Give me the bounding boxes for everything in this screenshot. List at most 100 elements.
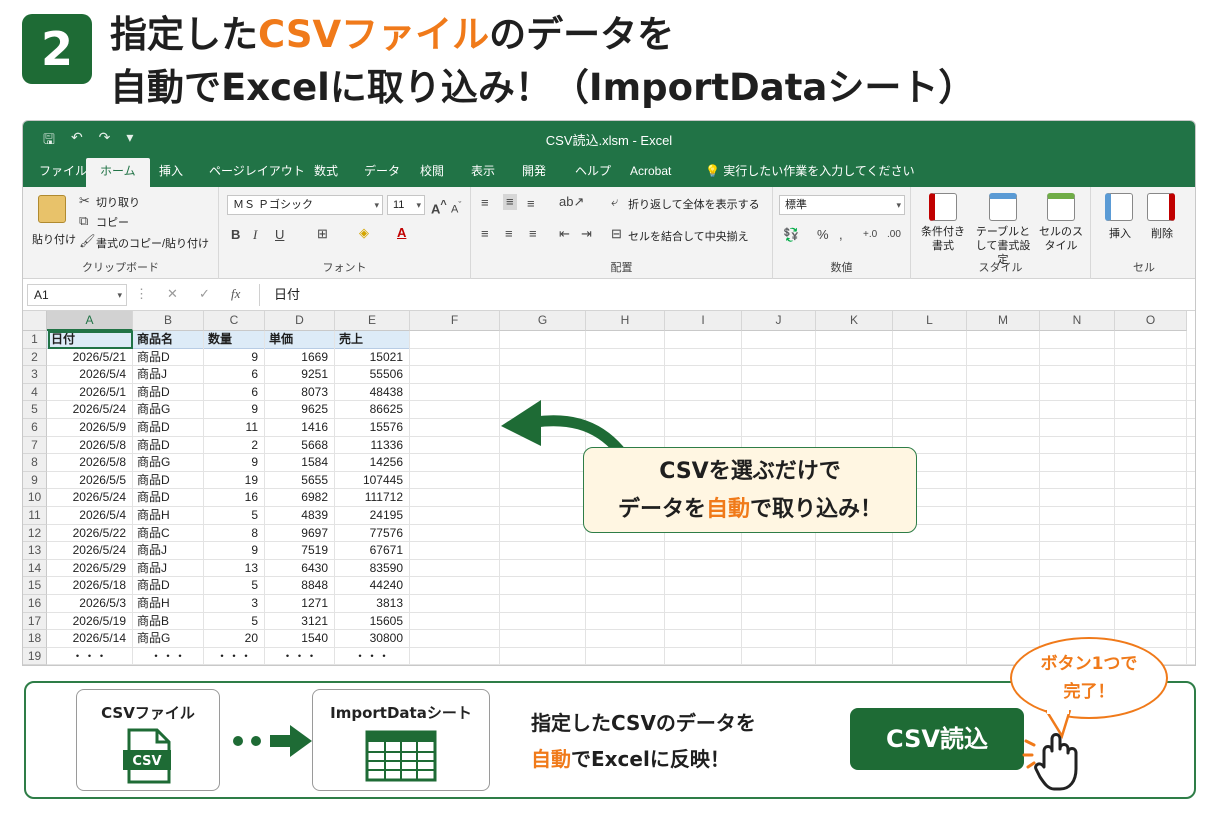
row-header-8[interactable]: 8 xyxy=(23,454,47,472)
table-cell[interactable]: 2026/5/3 xyxy=(47,595,132,613)
table-cell[interactable]: 2 xyxy=(204,437,264,455)
tab-data[interactable]: データ xyxy=(362,161,402,181)
column-header-g[interactable]: G xyxy=(500,311,586,331)
name-box-dropdown-icon[interactable]: ▾ xyxy=(117,285,122,305)
tab-help[interactable]: ヘルプ xyxy=(573,161,613,181)
tab-view[interactable]: 表示 xyxy=(469,161,497,181)
column-header-l[interactable]: L xyxy=(893,311,967,331)
enter-icon[interactable]: ✓ xyxy=(199,286,210,302)
table-cell[interactable]: 8 xyxy=(204,525,264,543)
table-header-cell[interactable]: 売上 xyxy=(335,331,409,349)
table-cell[interactable]: 商品D xyxy=(133,437,203,455)
name-box[interactable]: A1 ▾ xyxy=(27,284,127,306)
table-cell[interactable]: 6430 xyxy=(265,560,334,578)
table-cell[interactable]: 2026/5/4 xyxy=(47,507,132,525)
table-cell[interactable]: 商品D xyxy=(133,384,203,402)
table-cell[interactable]: 2026/5/29 xyxy=(47,560,132,578)
insert-cells-icon[interactable] xyxy=(1105,193,1133,221)
table-cell[interactable]: 7519 xyxy=(265,542,334,560)
table-cell[interactable]: 1416 xyxy=(265,419,334,437)
table-cell[interactable]: ・・・ xyxy=(335,648,409,665)
percent-icon[interactable]: % xyxy=(817,227,829,243)
insert-function-icon[interactable]: fx xyxy=(231,286,240,302)
align-right-icon[interactable]: ≡ xyxy=(529,226,537,242)
column-header-k[interactable]: K xyxy=(816,311,893,331)
table-cell[interactable]: 1584 xyxy=(265,454,334,472)
row-header-4[interactable]: 4 xyxy=(23,383,47,402)
table-cell[interactable]: 商品D xyxy=(133,489,203,507)
align-top-icon[interactable]: ≡ xyxy=(481,195,489,211)
format-as-table-icon[interactable] xyxy=(989,193,1017,221)
table-cell[interactable]: 6 xyxy=(204,366,264,384)
row-header-2[interactable]: 2 xyxy=(23,348,47,367)
table-cell[interactable]: 6 xyxy=(204,384,264,402)
table-cell[interactable]: 5668 xyxy=(265,437,334,455)
table-cell[interactable]: 1669 xyxy=(265,349,334,367)
row-header-9[interactable]: 9 xyxy=(23,471,47,490)
table-cell[interactable]: 3813 xyxy=(335,595,409,613)
decrease-decimal-icon[interactable]: .00 xyxy=(887,227,901,243)
paste-button[interactable]: 貼り付け xyxy=(32,231,76,247)
cut-button[interactable]: 切り取り xyxy=(96,194,140,210)
row-header-1[interactable]: 1 xyxy=(23,331,47,349)
table-cell[interactable]: 9 xyxy=(204,542,264,560)
table-cell[interactable]: 9697 xyxy=(265,525,334,543)
table-cell[interactable]: 15576 xyxy=(335,419,409,437)
font-name-select[interactable]: ＭＳ Ｐゴシック xyxy=(227,195,383,215)
row-header-6[interactable]: 6 xyxy=(23,419,47,437)
select-all-corner[interactable] xyxy=(23,311,47,331)
table-cell[interactable]: 111712 xyxy=(335,489,409,507)
formula-input[interactable]: 日付 xyxy=(259,284,1193,306)
table-cell[interactable]: 商品D xyxy=(133,472,203,490)
table-cell[interactable]: 11336 xyxy=(335,437,409,455)
increase-decimal-icon[interactable]: +.0 xyxy=(863,227,877,243)
table-cell[interactable]: 30800 xyxy=(335,630,409,648)
table-cell[interactable]: 1271 xyxy=(265,595,334,613)
table-cell[interactable]: 2026/5/19 xyxy=(47,613,132,631)
table-cell[interactable]: 2026/5/22 xyxy=(47,525,132,543)
table-cell[interactable]: 15605 xyxy=(335,613,409,631)
column-header-e[interactable]: E xyxy=(335,311,410,331)
table-cell[interactable]: ・・・ xyxy=(204,648,264,665)
table-cell[interactable]: 15021 xyxy=(335,349,409,367)
table-cell[interactable]: 8073 xyxy=(265,384,334,402)
tab-page-layout[interactable]: ページレイアウト xyxy=(207,161,307,181)
table-cell[interactable]: 2026/5/18 xyxy=(47,577,132,595)
table-cell[interactable]: 商品D xyxy=(133,577,203,595)
table-cell[interactable]: 2026/5/24 xyxy=(47,401,132,419)
column-header-f[interactable]: F xyxy=(410,311,500,331)
table-cell[interactable]: 107445 xyxy=(335,472,409,490)
table-cell[interactable]: 2026/5/5 xyxy=(47,472,132,490)
table-cell[interactable]: 5655 xyxy=(265,472,334,490)
table-cell[interactable]: 1540 xyxy=(265,630,334,648)
underline-button[interactable]: U xyxy=(275,227,284,243)
grow-font-icon[interactable]: A^ xyxy=(431,197,447,217)
table-cell[interactable]: ・・・ xyxy=(47,648,132,665)
tab-developer[interactable]: 開発 xyxy=(520,161,548,181)
table-cell[interactable]: 9 xyxy=(204,349,264,367)
table-cell[interactable]: 11 xyxy=(204,419,264,437)
table-cell[interactable]: 5 xyxy=(204,577,264,595)
row-header-3[interactable]: 3 xyxy=(23,366,47,384)
increase-indent-icon[interactable]: ⇥ xyxy=(581,226,592,242)
row-header-5[interactable]: 5 xyxy=(23,401,47,419)
delete-cells-button[interactable]: 削除 xyxy=(1151,225,1173,241)
table-cell[interactable]: 8848 xyxy=(265,577,334,595)
table-header-cell[interactable]: 数量 xyxy=(204,331,264,349)
table-cell[interactable]: 2026/5/14 xyxy=(47,630,132,648)
table-cell[interactable]: 2026/5/21 xyxy=(47,349,132,367)
shrink-font-icon[interactable]: Aˇ xyxy=(451,197,461,218)
cell-styles-button[interactable]: セルのスタイル xyxy=(1037,225,1085,253)
table-cell[interactable]: 2026/5/24 xyxy=(47,542,132,560)
table-cell[interactable]: 20 xyxy=(204,630,264,648)
align-bottom-icon[interactable]: ≡ xyxy=(527,196,535,212)
row-header-18[interactable]: 18 xyxy=(23,630,47,648)
cell-styles-icon[interactable] xyxy=(1047,193,1075,221)
column-header-a[interactable]: A xyxy=(47,311,133,331)
number-format-select[interactable]: 標準 xyxy=(779,195,905,215)
table-cell[interactable]: 19 xyxy=(204,472,264,490)
italic-button[interactable]: I xyxy=(253,227,257,243)
fill-color-icon[interactable]: ◈ xyxy=(359,225,369,241)
column-header-h[interactable]: H xyxy=(586,311,665,331)
table-cell[interactable]: 商品G xyxy=(133,401,203,419)
